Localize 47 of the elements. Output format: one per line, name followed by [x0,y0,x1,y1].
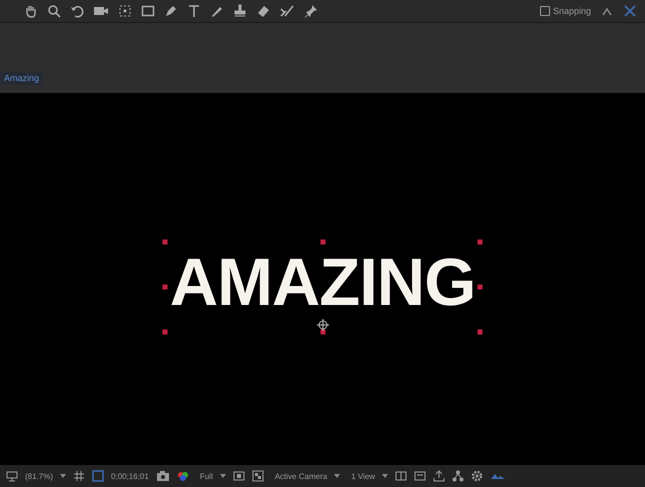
export-icon[interactable] [433,470,446,482]
settings-icon[interactable] [471,470,484,482]
checkbox[interactable] [540,6,550,16]
composition-tab[interactable]: Amazing [0,71,44,85]
caret-icon [334,474,340,478]
pin-icon[interactable] [304,4,318,18]
region-icon[interactable] [232,470,245,482]
transform-handle[interactable] [320,239,325,244]
rectangle-icon[interactable] [141,4,155,18]
pen-icon[interactable] [164,4,178,18]
camera-icon[interactable] [93,4,109,18]
view-layout-dropdown[interactable]: 1 View [351,472,376,480]
transform-handle[interactable] [478,239,483,244]
grid-icon[interactable] [73,470,86,482]
caret-icon [382,474,388,478]
rotate-icon[interactable] [70,4,84,18]
resolution-dropdown[interactable]: Full [200,472,213,480]
transform-handle[interactable] [320,329,325,334]
snapping-label: Snapping [552,6,591,16]
transform-handle[interactable] [162,284,168,289]
eraser-icon[interactable] [256,4,270,18]
layout-icon[interactable] [395,470,408,482]
hand-icon[interactable] [24,4,38,18]
title-text: AMAZING [170,248,476,318]
view-icon[interactable] [414,470,426,482]
caret-icon [220,474,226,478]
type-icon[interactable] [187,4,201,18]
transform-handle[interactable] [478,329,483,334]
camera-icon[interactable] [156,470,170,482]
timecode[interactable]: 0;00;16;01 [111,472,149,480]
transparency-grid-icon[interactable] [252,470,264,482]
search-icon[interactable] [47,4,61,18]
transform-handle[interactable] [478,284,483,289]
mask-icon[interactable] [92,470,104,482]
snapping-checkbox[interactable]: Snapping [540,6,591,16]
caret-icon [60,474,66,478]
brush-icon[interactable] [210,4,224,18]
transform-handle[interactable] [162,329,168,334]
flowchart-icon[interactable] [452,470,464,482]
transform-handle[interactable] [162,239,168,244]
zoom-dropdown[interactable]: (81.7%) [25,472,54,480]
stamp-icon[interactable] [233,4,247,18]
anchor-point-icon[interactable] [316,318,328,330]
color-channels-icon[interactable] [176,470,189,482]
monitor-icon[interactable] [6,470,18,482]
camera-dropdown[interactable]: Active Camera [274,472,328,480]
roto-brush-icon[interactable] [279,4,295,18]
